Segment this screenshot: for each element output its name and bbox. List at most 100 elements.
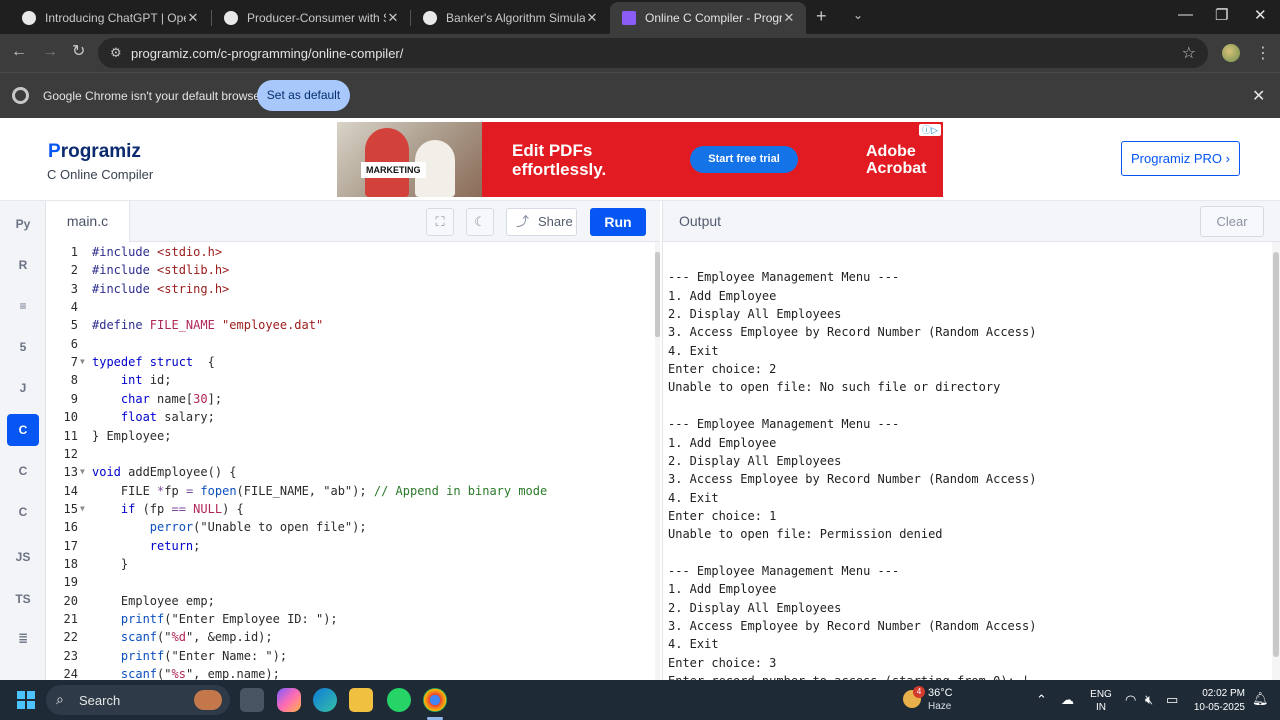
language-indicator[interactable]: ENG IN (1090, 688, 1112, 714)
code-line[interactable]: 22 scanf("%d", &emp.id); (46, 628, 654, 646)
java-icon[interactable]: J (7, 372, 39, 404)
run-button[interactable]: Run (590, 208, 646, 236)
bookmark-star-icon[interactable]: ☆ (1182, 43, 1196, 63)
adchoices-icon[interactable]: ⓘ▷ (919, 124, 941, 136)
onedrive-cloud-icon[interactable]: ☁ (1061, 692, 1074, 708)
output-console[interactable]: --- Employee Management Menu --- 1. Add E… (662, 242, 1272, 680)
go-icon[interactable]: ≣ (7, 622, 39, 654)
advertisement-banner[interactable]: MARKETING Edit PDFs effortlessly. Start … (337, 122, 943, 197)
notifications-bell-icon[interactable]: 🔔︎ (1252, 691, 1269, 707)
ad-cta-button[interactable]: Start free trial (690, 146, 798, 173)
tab-programiz[interactable]: Online C Compiler - Programiz ✕ (610, 2, 806, 34)
set-default-button[interactable]: Set as default (257, 80, 350, 111)
address-bar[interactable]: ⚙ programiz.com/c-programming/online-com… (98, 38, 1208, 68)
taskbar-search[interactable]: ⌕ Search (46, 685, 230, 715)
scrollbar-thumb[interactable] (655, 252, 660, 337)
edge-icon[interactable] (313, 688, 337, 712)
minimize-icon[interactable]: — (1178, 6, 1193, 23)
code-line[interactable]: 17 return; (46, 537, 654, 555)
tab-search-chevron-icon[interactable]: ⌄ (853, 8, 863, 22)
show-hidden-icons-chevron-icon[interactable]: ⌃ (1036, 692, 1047, 708)
windows-start-icon[interactable] (17, 691, 35, 709)
taskbar-clock[interactable]: 02:02 PM 10-05-2025 (1190, 687, 1245, 715)
c-icon[interactable]: C (7, 414, 39, 446)
fullscreen-icon[interactable]: ⛶ (426, 208, 454, 236)
code-line[interactable]: 12 (46, 445, 654, 463)
new-tab-button[interactable]: + (816, 6, 827, 26)
tab-producer-consumer[interactable]: Producer-Consumer with Sema ✕ (212, 2, 410, 34)
task-view-icon[interactable] (240, 688, 264, 712)
close-tab-icon[interactable]: ✕ (386, 10, 400, 26)
code-line[interactable]: 11} Employee; (46, 427, 654, 445)
close-tab-icon[interactable]: ✕ (585, 10, 599, 26)
file-tab-main[interactable]: main.c (46, 201, 130, 242)
output-scrollbar[interactable] (1272, 242, 1280, 680)
close-tab-icon[interactable]: ✕ (186, 10, 200, 26)
code-line[interactable]: 24 scanf("%s", emp.name); (46, 665, 654, 680)
close-tab-icon[interactable]: ✕ (782, 10, 796, 26)
code-line[interactable]: 20 Employee emp; (46, 592, 654, 610)
forward-arrow-icon[interactable]: → (42, 43, 58, 61)
code-line[interactable]: 2 #include <stdlib.h> (46, 261, 654, 279)
code-line[interactable]: 18 } (46, 555, 654, 573)
code-editor[interactable]: 1 #include <stdio.h> 2 #include <stdlib.h> 3… (46, 242, 654, 680)
html-icon[interactable]: 5 (7, 331, 39, 363)
wifi-icon[interactable]: ◠ (1125, 692, 1136, 708)
code-line[interactable]: 19 (46, 573, 654, 591)
programiz-pro-button[interactable]: Programiz PRO › (1121, 141, 1240, 176)
close-window-icon[interactable]: ✕ (1254, 6, 1267, 24)
code-line[interactable]: 16 perror("Unable to open file"); (46, 518, 654, 536)
r-icon[interactable]: R (7, 249, 39, 281)
typescript-icon[interactable]: TS (7, 583, 39, 615)
code-line[interactable]: 21 printf("Enter Employee ID: "); (46, 610, 654, 628)
tab-bankers[interactable]: Banker's Algorithm Simulation ✕ (411, 2, 609, 34)
volume-muted-icon[interactable]: 🔇︎ (1145, 692, 1153, 708)
code-line[interactable]: 1 #include <stdio.h> (46, 243, 654, 261)
python-icon[interactable]: Py (7, 208, 39, 240)
infobar-message: Google Chrome isn't your default browser (43, 89, 265, 103)
back-arrow-icon[interactable]: ← (11, 43, 27, 61)
tab-chatgpt[interactable]: Introducing ChatGPT | OpenAI ✕ (10, 2, 210, 34)
code-line[interactable]: 5 #define FILE_NAME "employee.dat" (46, 316, 654, 334)
close-infobar-icon[interactable]: ✕ (1252, 86, 1265, 106)
code-line[interactable]: 9 char name[30]; (46, 390, 654, 408)
code-line[interactable]: 23 printf("Enter Name: "); (46, 647, 654, 665)
code-text: #include <stdio.h> (92, 245, 223, 259)
fold-arrow-icon[interactable]: ▼ (80, 463, 85, 481)
chrome-taskbar-icon[interactable] (423, 688, 447, 712)
site-info-icon[interactable]: ⚙ (110, 45, 122, 61)
maximize-icon[interactable]: ❐ (1215, 6, 1228, 24)
line-number: 15 (63, 501, 78, 516)
javascript-icon[interactable]: JS (7, 541, 39, 573)
ad-photo (337, 122, 482, 197)
profile-avatar[interactable] (1222, 44, 1240, 62)
fold-arrow-icon[interactable]: ▼ (80, 353, 85, 371)
reload-icon[interactable]: ↻ (72, 43, 85, 61)
code-line[interactable]: 8 int id; (46, 371, 654, 389)
clear-button[interactable]: Clear (1200, 206, 1264, 237)
csharp-icon[interactable]: C (7, 496, 39, 528)
code-line[interactable]: 13 ▼ void addEmployee() { (46, 463, 654, 481)
battery-icon[interactable]: ▭ (1166, 692, 1178, 708)
cpp-icon[interactable]: C (7, 455, 39, 487)
code-line[interactable]: 4 (46, 298, 654, 316)
editor-scrollbar[interactable] (655, 242, 660, 680)
fold-arrow-icon[interactable]: ▼ (80, 500, 85, 518)
scrollbar-thumb[interactable] (1273, 252, 1279, 657)
output-line: 2. Display All Employees (668, 453, 842, 468)
copilot-icon[interactable] (277, 688, 301, 712)
code-line[interactable]: 14 FILE *fp = fopen(FILE_NAME, "ab"); //… (46, 482, 654, 500)
dark-mode-icon[interactable]: ☾ (466, 208, 494, 236)
file-explorer-icon[interactable] (349, 688, 373, 712)
code-line[interactable]: 10 float salary; (46, 408, 654, 426)
code-line[interactable]: 6 (46, 335, 654, 353)
programiz-logo[interactable]: Programiz (48, 141, 141, 163)
whatsapp-icon[interactable] (387, 688, 411, 712)
menu-kebab-icon[interactable]: ⋮ (1255, 43, 1271, 63)
code-line[interactable]: 3 #include <string.h> (46, 280, 654, 298)
share-button[interactable]: ⤴ Share (506, 208, 577, 236)
sql-icon[interactable]: ≡ (7, 290, 39, 322)
region-code: IN (1096, 702, 1106, 713)
code-line[interactable]: 15 ▼ if (fp == NULL) { (46, 500, 654, 518)
code-line[interactable]: 7 ▼ typedef struct { (46, 353, 654, 371)
